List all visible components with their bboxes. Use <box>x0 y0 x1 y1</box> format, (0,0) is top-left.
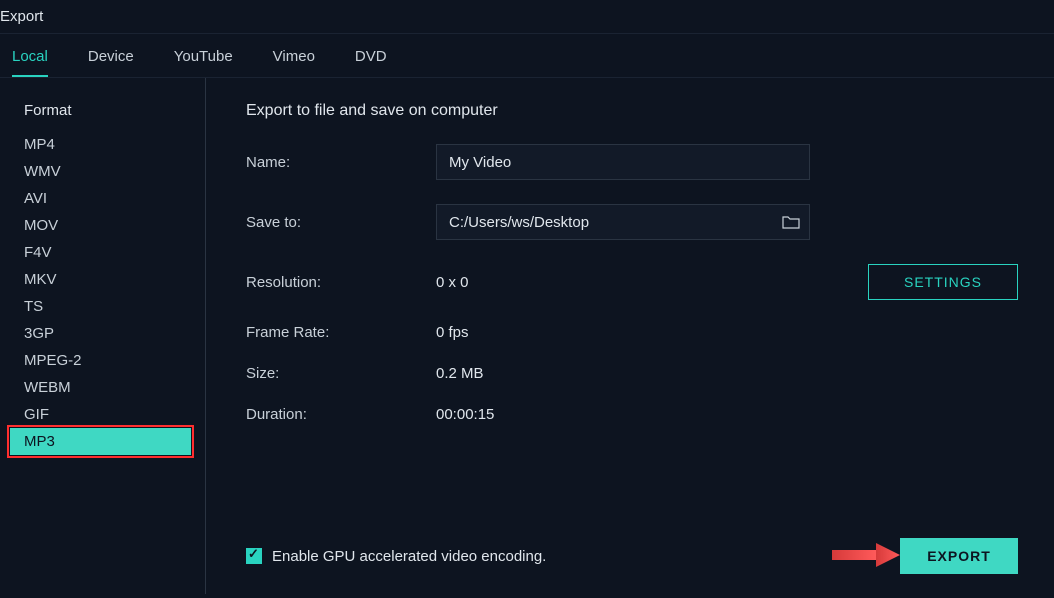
duration-value: 00:00:15 <box>436 406 494 423</box>
format-item-f4v[interactable]: F4V <box>0 239 205 266</box>
gpu-checkbox[interactable] <box>246 548 262 564</box>
main-heading: Export to file and save on computer <box>246 102 1018 120</box>
format-item-mp4[interactable]: MP4 <box>0 131 205 158</box>
framerate-value: 0 fps <box>436 324 469 341</box>
name-input[interactable] <box>436 144 810 180</box>
tab-device[interactable]: Device <box>88 48 134 77</box>
format-item-gif[interactable]: GIF <box>0 401 205 428</box>
tab-dvd[interactable]: DVD <box>355 48 387 77</box>
tabs-bar: Local Device YouTube Vimeo DVD <box>0 34 1054 78</box>
export-button[interactable]: EXPORT <box>900 538 1018 574</box>
format-sidebar: Format MP4 WMV AVI MOV F4V MKV TS 3GP MP… <box>0 78 206 594</box>
gpu-checkbox-label: Enable GPU accelerated video encoding. <box>272 548 546 565</box>
name-label: Name: <box>246 154 436 171</box>
format-heading: Format <box>0 102 205 131</box>
format-item-wmv[interactable]: WMV <box>0 158 205 185</box>
folder-icon[interactable] <box>782 215 800 229</box>
resolution-value: 0 x 0 <box>436 274 469 291</box>
framerate-label: Frame Rate: <box>246 324 436 341</box>
tab-youtube[interactable]: YouTube <box>174 48 233 77</box>
size-label: Size: <box>246 365 436 382</box>
saveto-label: Save to: <box>246 214 436 231</box>
saveto-input[interactable] <box>436 204 810 240</box>
tab-vimeo[interactable]: Vimeo <box>273 48 315 77</box>
format-item-mp3[interactable]: MP3 <box>10 428 191 455</box>
format-item-mkv[interactable]: MKV <box>0 266 205 293</box>
window-title: Export <box>0 0 1054 34</box>
main-panel: Export to file and save on computer Name… <box>206 78 1054 594</box>
format-item-ts[interactable]: TS <box>0 293 205 320</box>
format-item-webm[interactable]: WEBM <box>0 374 205 401</box>
format-item-avi[interactable]: AVI <box>0 185 205 212</box>
format-item-3gp[interactable]: 3GP <box>0 320 205 347</box>
format-item-mov[interactable]: MOV <box>0 212 205 239</box>
settings-button[interactable]: SETTINGS <box>868 264 1018 300</box>
size-value: 0.2 MB <box>436 365 484 382</box>
tab-local[interactable]: Local <box>12 48 48 77</box>
format-item-mpeg2[interactable]: MPEG-2 <box>0 347 205 374</box>
duration-label: Duration: <box>246 406 436 423</box>
resolution-label: Resolution: <box>246 274 436 291</box>
